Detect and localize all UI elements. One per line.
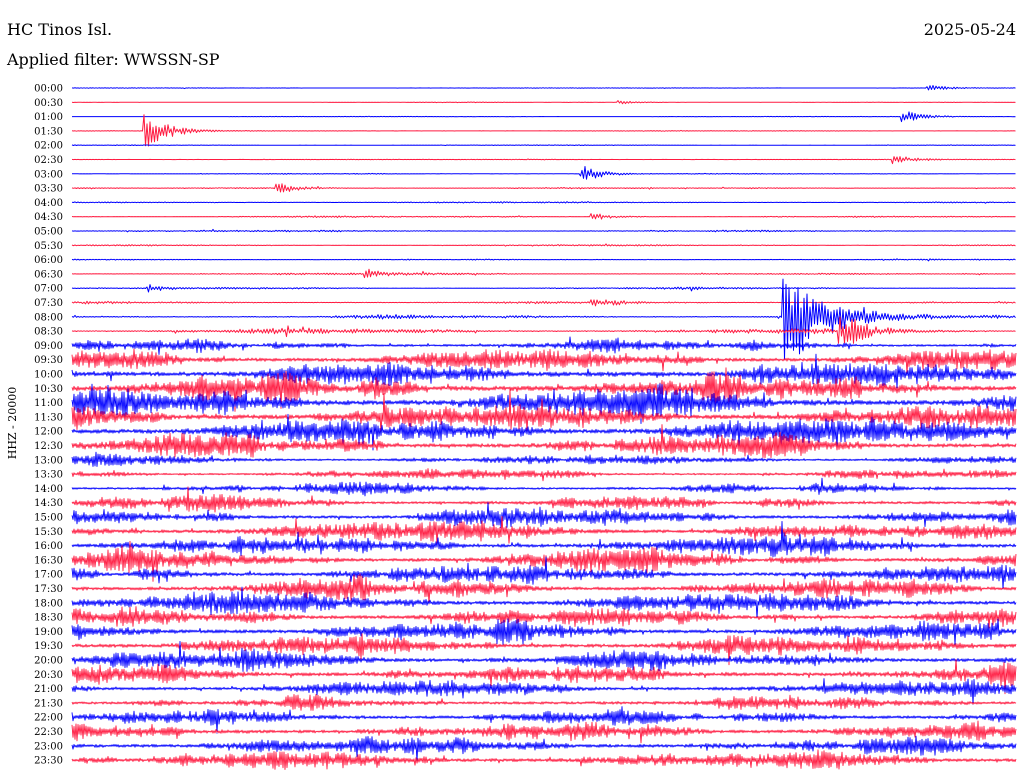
time-label: 21:30	[34, 698, 63, 709]
time-label: 10:30	[34, 384, 63, 395]
seismic-trace	[71, 586, 1017, 619]
time-label: 22:30	[34, 727, 63, 738]
time-label: 02:00	[34, 141, 63, 152]
channel-label: HHZ - 20000	[6, 386, 19, 460]
time-label: 03:00	[34, 169, 63, 180]
time-label: 22:00	[34, 713, 63, 724]
seismic-trace	[71, 156, 1016, 165]
seismic-trace	[71, 144, 1016, 146]
time-label: 03:30	[34, 184, 63, 195]
time-label: 11:00	[34, 398, 63, 409]
time-label: 14:30	[34, 498, 63, 509]
seismic-trace	[71, 114, 1016, 147]
time-label: 04:00	[34, 198, 63, 209]
time-label: 09:00	[34, 341, 63, 352]
seismic-trace	[71, 515, 1017, 546]
time-label: 07:30	[34, 298, 63, 309]
time-label: 00:00	[34, 84, 63, 95]
time-label: 17:30	[34, 584, 63, 595]
time-label: 21:00	[34, 684, 63, 695]
time-label: 07:00	[34, 284, 63, 295]
seismic-trace	[71, 299, 1016, 307]
time-label: 13:30	[34, 470, 63, 481]
time-label: 11:30	[34, 412, 63, 423]
seismic-trace	[71, 268, 1016, 279]
time-label: 04:30	[34, 212, 63, 223]
seismic-trace	[71, 706, 1017, 734]
time-label: 05:30	[34, 241, 63, 252]
time-label: 20:00	[34, 656, 63, 667]
seismic-trace	[71, 183, 1016, 193]
seismic-trace	[71, 100, 1016, 105]
time-label: 15:00	[34, 513, 63, 524]
time-label: 12:00	[34, 427, 63, 438]
time-label: 13:00	[34, 455, 63, 466]
time-label: 16:30	[34, 555, 63, 566]
seismic-trace	[71, 243, 1016, 247]
seismic-trace	[71, 618, 1017, 646]
time-label: 14:00	[34, 484, 63, 495]
trace-group	[71, 85, 1017, 770]
time-label: 18:00	[34, 598, 63, 609]
time-label: 10:00	[34, 370, 63, 381]
seismic-trace	[71, 284, 1016, 293]
seismic-trace	[71, 606, 1017, 629]
seismic-trace	[71, 520, 1017, 558]
time-label: 16:00	[34, 541, 63, 552]
seismic-trace	[71, 201, 1016, 204]
seismic-trace	[71, 749, 1017, 770]
seismic-trace	[71, 228, 1016, 233]
seismic-trace	[71, 477, 1017, 497]
time-label: 18:30	[34, 613, 63, 624]
time-label: 00:30	[34, 98, 63, 109]
time-label: 08:30	[34, 327, 63, 338]
time-label: 05:00	[34, 227, 63, 238]
time-label: 23:30	[34, 756, 63, 767]
time-label-group: 00:00 00:30 01:00 01:30 02:00 02:30 03:00 03:30…	[34, 84, 63, 767]
time-label: 12:30	[34, 441, 63, 452]
time-label: 09:30	[34, 355, 63, 366]
time-label: 01:00	[34, 112, 63, 123]
time-label: 08:00	[34, 312, 63, 323]
seismic-trace	[71, 213, 1016, 220]
time-label: 19:00	[34, 627, 63, 638]
seismic-trace	[71, 451, 1017, 467]
time-label: 23:00	[34, 741, 63, 752]
time-label: 06:30	[34, 269, 63, 280]
seismic-trace	[71, 85, 1016, 91]
time-label: 20:30	[34, 670, 63, 681]
time-label: 19:30	[34, 641, 63, 652]
seismic-trace	[71, 258, 1016, 262]
time-label: 06:00	[34, 255, 63, 266]
time-label: 15:30	[34, 527, 63, 538]
seismic-trace	[72, 166, 1016, 180]
seismic-trace	[72, 111, 1016, 123]
time-label: 02:30	[34, 155, 63, 166]
seismic-trace	[71, 468, 1017, 482]
helicorder-chart: 00:00 00:30 01:00 01:30 02:00 02:30 03:00 03:30…	[34, 84, 1017, 770]
seismic-trace	[71, 693, 1017, 711]
time-label: 01:30	[34, 126, 63, 137]
time-label: 17:00	[34, 570, 63, 581]
